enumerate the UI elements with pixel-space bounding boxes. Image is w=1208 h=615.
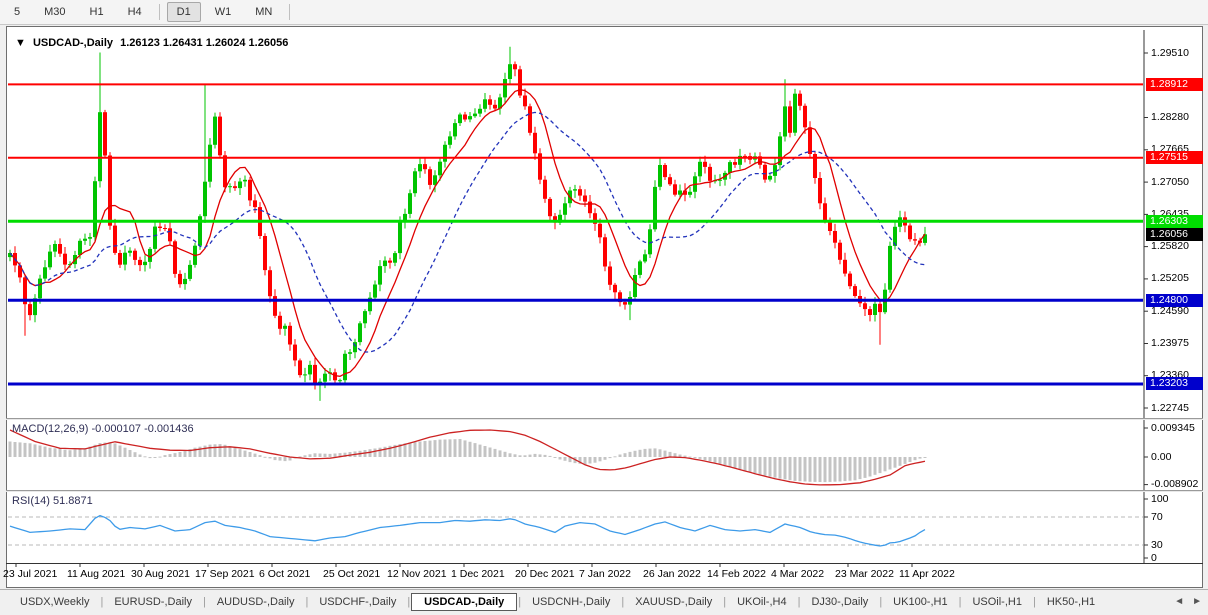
tab-scroll-right-icon[interactable]: ► [1192,596,1202,607]
price-line-tag-1.24800: 1.24800 [1146,294,1203,307]
date-tick-label: 26 Jan 2022 [643,568,701,580]
date-tick-label: 14 Feb 2022 [707,568,766,580]
date-tick-label: 4 Mar 2022 [771,568,824,580]
symbol-tab-audusd[interactable]: AUDUSD-,Daily [207,593,305,611]
date-tick-label: 20 Dec 2021 [515,568,575,580]
macd-pane-divider[interactable] [6,418,1203,420]
rsi-pane-divider[interactable] [6,490,1203,492]
symbol-tab-hk50[interactable]: HK50-,H1 [1037,593,1105,611]
chart-symbol-period: USDCAD-,Daily [33,37,113,49]
macd-tick--0.008902: -0.008902 [1151,478,1198,491]
price-line-tag-1.26303: 1.26303 [1146,215,1203,228]
symbol-tab-dj30[interactable]: DJ30-,Daily [801,593,878,611]
date-tick-label: 11 Aug 2021 [67,568,125,580]
date-tick-label: 23 Mar 2022 [835,568,894,580]
tab-scroll-left-icon[interactable]: ◄ [1174,596,1184,607]
symbol-tab-ukoil[interactable]: UKOil-,H4 [727,593,797,611]
rsi-tick-70: 70 [1151,511,1163,524]
date-tick-label: 1 Dec 2021 [451,568,505,580]
symbol-tab-uk100[interactable]: UK100-,H1 [883,593,957,611]
date-tick-label: 6 Oct 2021 [259,568,310,580]
rsi-tick-100: 100 [1151,493,1169,506]
symbol-tab-usdchf[interactable]: USDCHF-,Daily [309,593,406,611]
price-tick-1.23975: 1.23975 [1151,337,1189,350]
price-tick-1.27050: 1.27050 [1151,176,1189,189]
date-tick-label: 11 Apr 2022 [899,568,955,580]
date-tick-label: 7 Jan 2022 [579,568,631,580]
current-price-tag: 1.26056 [1146,228,1203,241]
macd-indicator-label: MACD(12,26,9) -0.000107 -0.001436 [12,423,194,435]
date-tick-label: 25 Oct 2021 [323,568,380,580]
symbol-tab-eurusd[interactable]: EURUSD-,Daily [104,593,202,611]
tab-scroll-nav: ◄► [1174,596,1202,607]
date-tick-label: 23 Jul 2021 [3,568,57,580]
price-tick-1.28280: 1.28280 [1151,111,1189,124]
symbol-tab-usdcad[interactable]: USDCAD-,Daily [411,593,517,611]
symbol-tab-xauusd[interactable]: XAUUSD-,Daily [625,593,722,611]
price-tick-1.25820: 1.25820 [1151,240,1189,253]
rsi-tick-0: 0 [1151,552,1157,565]
collapse-triangle-icon[interactable]: ▼ [15,37,26,49]
symbol-tab-usdcnh[interactable]: USDCNH-,Daily [522,593,620,611]
chart-title: ▼ USDCAD-,Daily 1.26123 1.26431 1.26024 … [15,37,292,49]
symbol-tabbar: USDX,Weekly|EURUSD-,Daily|AUDUSD-,Daily|… [0,589,1208,613]
symbol-tab-usoil[interactable]: USOil-,H1 [962,593,1032,611]
rsi-tick-30: 30 [1151,539,1163,552]
chart-window: ▼ USDCAD-,Daily 1.26123 1.26431 1.26024 … [6,26,1203,588]
price-line-tag-1.23203: 1.23203 [1146,377,1203,390]
price-line-tag-1.27515: 1.27515 [1146,151,1203,164]
price-tick-1.29510: 1.29510 [1151,47,1189,60]
price-tick-1.25205: 1.25205 [1151,272,1189,285]
symbol-tab-usdx[interactable]: USDX,Weekly [10,593,99,611]
chart-canvas[interactable] [0,0,1208,615]
rsi-indicator-label: RSI(14) 51.8871 [12,495,93,507]
date-tick-label: 17 Sep 2021 [195,568,255,580]
macd-tick-0.009345: 0.009345 [1151,422,1195,435]
price-tick-1.22745: 1.22745 [1151,402,1189,415]
date-tick-label: 30 Aug 2021 [131,568,190,580]
chart-ohlc-values: 1.26123 1.26431 1.26024 1.26056 [120,37,288,49]
date-axis: 23 Jul 2021 11 Aug 2021 30 Aug 2021 17 Sep … [0,564,1203,587]
date-tick-label: 12 Nov 2021 [387,568,447,580]
macd-tick-0.00: 0.00 [1151,451,1171,464]
price-line-tag-1.28912: 1.28912 [1146,78,1203,91]
